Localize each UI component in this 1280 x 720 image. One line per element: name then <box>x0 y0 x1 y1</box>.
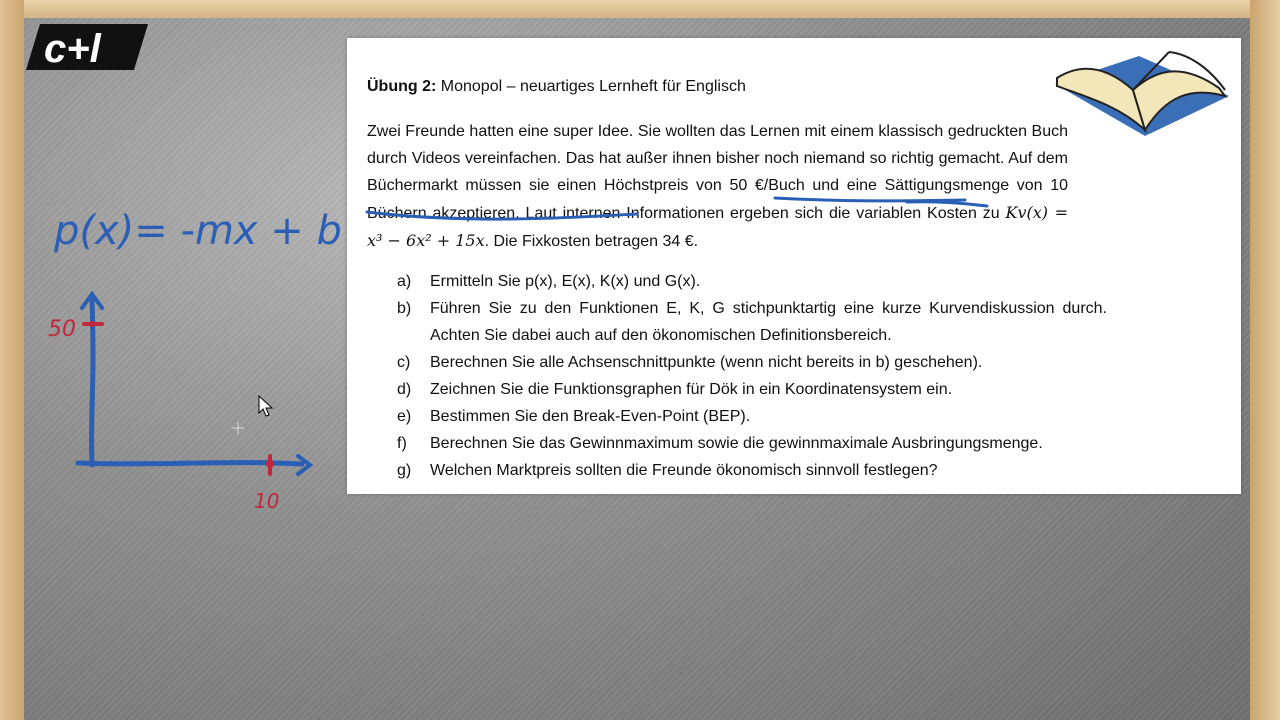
frame-left <box>0 0 24 720</box>
list-item: b) Führen Sie zu den Funktionen E, K, G s… <box>397 295 1107 349</box>
task-text: Zeichnen Sie die Funktionsgraphen für Dö… <box>430 381 953 398</box>
list-item: c) Berechnen Sie alle Achsenschnittpunkte… <box>397 349 1107 376</box>
task-label: a) <box>397 273 412 290</box>
task-text: Berechnen Sie das Gewinnmaximum sowie di… <box>430 435 1043 452</box>
task-label: b) <box>397 300 412 317</box>
hand-sketch: p(x)= -mx + b 50 10 <box>48 208 340 513</box>
description-part-4: . Die Fixkosten betragen 34 €. <box>484 233 699 250</box>
mouse-cursor-icon <box>258 395 274 417</box>
y-tick-label: 50 <box>48 317 76 342</box>
task-text: Ermitteln Sie p(x), E(x), K(x) und G(x). <box>430 273 701 290</box>
list-item: f) Berechnen Sie das Gewinnmaximum sowie … <box>397 430 1107 457</box>
description-part-2: und eine <box>804 177 885 194</box>
sketch-formula: p(x)= -mx + b <box>53 208 340 254</box>
list-item: a) Ermitteln Sie p(x), E(x), K(x) und G(x… <box>397 268 1107 295</box>
list-item: g) Welchen Marktpreis sollten die Freunde… <box>397 457 1107 484</box>
task-label: f) <box>397 435 407 452</box>
crosshair-icon <box>232 422 244 434</box>
task-text: Führen Sie zu den Funktionen E, K, G sti… <box>430 300 1107 344</box>
list-item: d) Zeichnen Sie die Funktionsgraphen für … <box>397 376 1107 403</box>
brand-logo: c+l <box>26 24 148 71</box>
task-label: c) <box>397 354 411 371</box>
exercise-title: Übung 2: Monopol – neuartiges Lernheft f… <box>367 78 746 96</box>
task-list: a) Ermitteln Sie p(x), E(x), K(x) und G(x… <box>397 268 1107 484</box>
open-book-icon <box>1055 51 1229 136</box>
task-text: Bestimmen Sie den Break-Even-Point (BEP)… <box>430 408 751 425</box>
exercise-sheet: Übung 2: Monopol – neuartiges Lernheft f… <box>347 38 1241 494</box>
exercise-description: Zwei Freunde hatten eine super Idee. Sie… <box>367 118 1068 255</box>
frame-right <box>1250 0 1280 720</box>
description-part-3: akzeptieren. Laut internen Informationen… <box>426 205 1006 222</box>
task-text: Welchen Marktpreis sollten die Freunde ö… <box>430 462 938 479</box>
exercise-topic: Monopol – neuartiges Lernheft für Englis… <box>440 78 746 95</box>
task-label: e) <box>397 408 412 425</box>
task-text: Berechnen Sie alle Achsenschnittpunkte (… <box>430 354 983 371</box>
x-tick-label: 10 <box>254 489 279 513</box>
task-label: d) <box>397 381 412 398</box>
logo-text: c+l <box>44 27 102 71</box>
exercise-number: Übung 2: <box>367 78 437 95</box>
task-label: g) <box>397 462 412 479</box>
highlight-max-price: Höchstpreis von 50 €/Buch <box>603 177 805 194</box>
list-item: e) Bestimmen Sie den Break-Even-Point (BE… <box>397 403 1107 430</box>
